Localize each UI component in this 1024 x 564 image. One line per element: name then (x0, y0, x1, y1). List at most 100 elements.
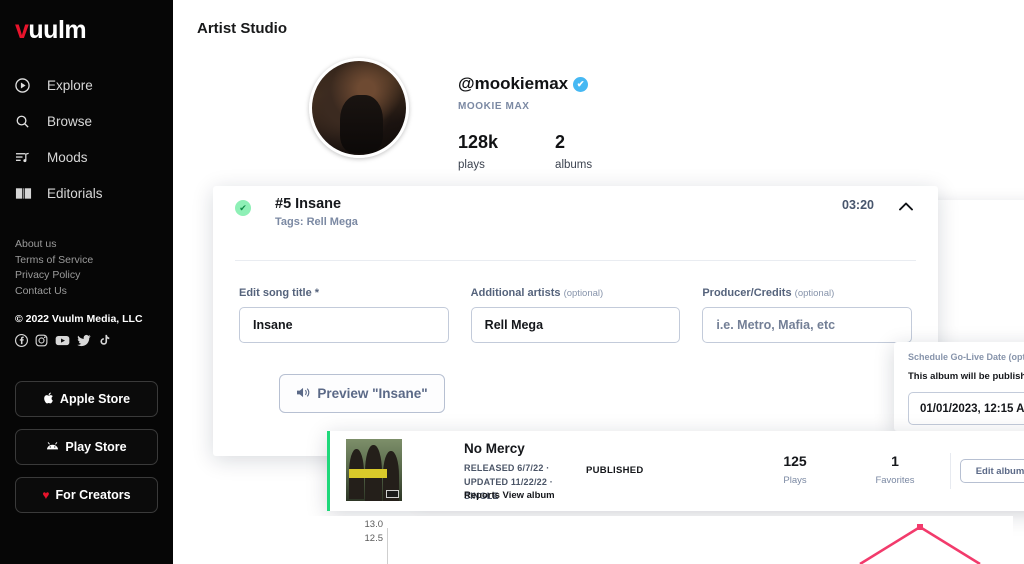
preview-button-label: Preview "Insane" (317, 386, 428, 401)
field-optional-mark: (optional) (794, 288, 835, 299)
album-stat-value: 1 (891, 453, 899, 469)
heart-icon: ♥ (42, 487, 50, 502)
store-button-label: Apple Store (59, 391, 131, 406)
apple-store-button[interactable]: Apple Store (15, 380, 158, 417)
schedule-golive-popup: Schedule Go-Live Date (optional) This al… (894, 342, 1024, 431)
brand-logo[interactable]: vuulm (0, 0, 173, 45)
play-circle-icon (15, 76, 37, 94)
golive-optional-mark: (optional) (1008, 352, 1024, 362)
field-required-mark: * (314, 287, 320, 299)
chart-y-axis-line (387, 528, 388, 564)
apple-icon (43, 392, 54, 406)
album-status-badge: PUBLISHED (586, 465, 644, 476)
field-producer-credits: Producer/Credits (optional) (702, 287, 913, 343)
album-cover-art (346, 439, 402, 501)
speaker-icon (296, 386, 311, 402)
footer-link-terms[interactable]: Terms of Service (15, 252, 173, 267)
stat-label: albums (555, 159, 593, 171)
sidebar-item-editorials[interactable]: Editorials (0, 175, 173, 211)
store-button-label: For Creators (55, 487, 131, 502)
artist-real-name: MOOKIE MAX (458, 101, 530, 112)
song-edit-card: ✔ #5 Insane Tags: Rell Mega 03:20 Edit s… (213, 186, 938, 456)
sidebar-item-label: Editorials (47, 185, 103, 201)
artist-handle: @mookiemax (458, 74, 569, 93)
primary-nav: Explore Browse Moods Editorials (0, 67, 173, 211)
field-label: Producer/Credits (optional) (702, 287, 912, 299)
main-content: Artist Studio @mookiemax ✔ MOOKIE MAX 12… (173, 0, 1024, 564)
stat-plays: 128k plays (458, 132, 498, 171)
field-label: Additional artists (optional) (471, 287, 681, 299)
facebook-icon[interactable] (15, 333, 28, 347)
field-label-text: Additional artists (470, 287, 561, 299)
field-additional-artists: Additional artists (optional) (470, 287, 681, 343)
song-tags: Tags: Rell Mega (275, 216, 358, 228)
playlist-music-icon (15, 148, 37, 166)
footer-link-about[interactable]: About us (15, 237, 173, 252)
artist-identity: @mookiemax ✔ MOOKIE MAX 128k plays 2 alb… (458, 74, 592, 171)
album-stat-label: Favorites (875, 475, 915, 486)
sidebar-item-explore[interactable]: Explore (0, 67, 173, 103)
edit-album-button[interactable]: Edit album (960, 459, 1024, 483)
stat-value: 128k (458, 132, 499, 152)
field-label-text: Producer/Credits (702, 287, 792, 299)
footer-link-privacy[interactable]: Privacy Policy (15, 268, 173, 283)
album-stat-value: 125 (783, 453, 807, 469)
stat-label: plays (458, 159, 485, 171)
artist-stats: 128k plays 2 albums (458, 132, 592, 171)
footer-link-contact[interactable]: Contact Us (15, 283, 173, 298)
store-button-label: Play Store (65, 439, 127, 454)
artist-handle-row: @mookiemax ✔ (458, 74, 592, 94)
field-song-title: Edit song title * (239, 287, 449, 343)
album-links[interactable]: Reports View album (464, 490, 555, 501)
sidebar-item-moods[interactable]: Moods (0, 139, 173, 175)
tiktok-icon[interactable] (98, 334, 110, 347)
field-optional-mark: (optional) (563, 288, 604, 299)
album-stat-label: Plays (783, 475, 807, 486)
album-stat-favorites: 1 Favorites (870, 453, 920, 486)
sidebar-footer-links: About us Terms of Service Privacy Policy… (0, 237, 173, 299)
album-name: No Mercy (464, 441, 525, 456)
for-creators-button[interactable]: ♥ For Creators (15, 476, 158, 513)
chart-sparkline (820, 520, 1024, 564)
song-title: #5 Insane (275, 196, 342, 212)
song-title-input[interactable] (239, 307, 449, 343)
song-duration: 03:20 (842, 198, 874, 212)
song-status-check-icon: ✔ (235, 200, 251, 216)
sidebar-item-label: Browse (47, 113, 93, 129)
avatar[interactable] (309, 58, 409, 158)
producer-credits-input[interactable] (702, 307, 913, 343)
store-buttons: Apple Store Play Store ♥ For Creators (0, 380, 173, 513)
golive-date-value: 01/01/2023, 12:15 AM (920, 402, 1024, 415)
chevron-up-icon[interactable] (899, 198, 913, 214)
copyright-text: © 2022 Vuulm Media, LLC (15, 312, 143, 325)
stat-albums: 2 albums (555, 132, 592, 171)
android-icon (46, 441, 59, 453)
preview-song-button[interactable]: Preview "Insane" (279, 374, 445, 413)
sidebar-item-label: Moods (47, 149, 88, 165)
field-label-text: Edit song title (239, 287, 312, 299)
song-fields: Edit song title * Additional artists (op… (213, 261, 938, 343)
page-title: Artist Studio (197, 20, 287, 37)
verified-badge-icon: ✔ (573, 76, 589, 92)
twitter-icon[interactable] (77, 334, 91, 347)
chart-y-axis-ticks: 13.0 12.5 (353, 518, 384, 546)
sidebar: vuulm Explore Browse Moods Editorials Ab… (0, 0, 173, 564)
stat-value: 2 (555, 132, 566, 152)
brand-logo-rest: uulm (28, 16, 87, 44)
golive-date-input[interactable]: 01/01/2023, 12:15 AM (908, 392, 1024, 425)
album-row[interactable]: No Mercy RELEASED 6/7/22 · UPDATED 11/22… (327, 431, 1024, 511)
instagram-icon[interactable] (35, 334, 48, 347)
youtube-icon[interactable] (55, 334, 70, 347)
sidebar-item-browse[interactable]: Browse (0, 103, 173, 139)
song-card-header: ✔ #5 Insane Tags: Rell Mega 03:20 (213, 186, 938, 244)
cover-title-band (349, 469, 387, 478)
golive-title: Schedule Go-Live Date (optional) (908, 352, 1024, 362)
parental-advisory-icon (386, 490, 399, 498)
play-store-button[interactable]: Play Store (15, 428, 158, 465)
field-label: Edit song title * (239, 287, 449, 299)
sidebar-item-label: Explore (47, 77, 93, 93)
book-icon (15, 184, 37, 202)
social-links (0, 333, 173, 347)
golive-title-text: Schedule Go-Live Date (908, 352, 1007, 362)
additional-artists-input[interactable] (470, 307, 681, 343)
